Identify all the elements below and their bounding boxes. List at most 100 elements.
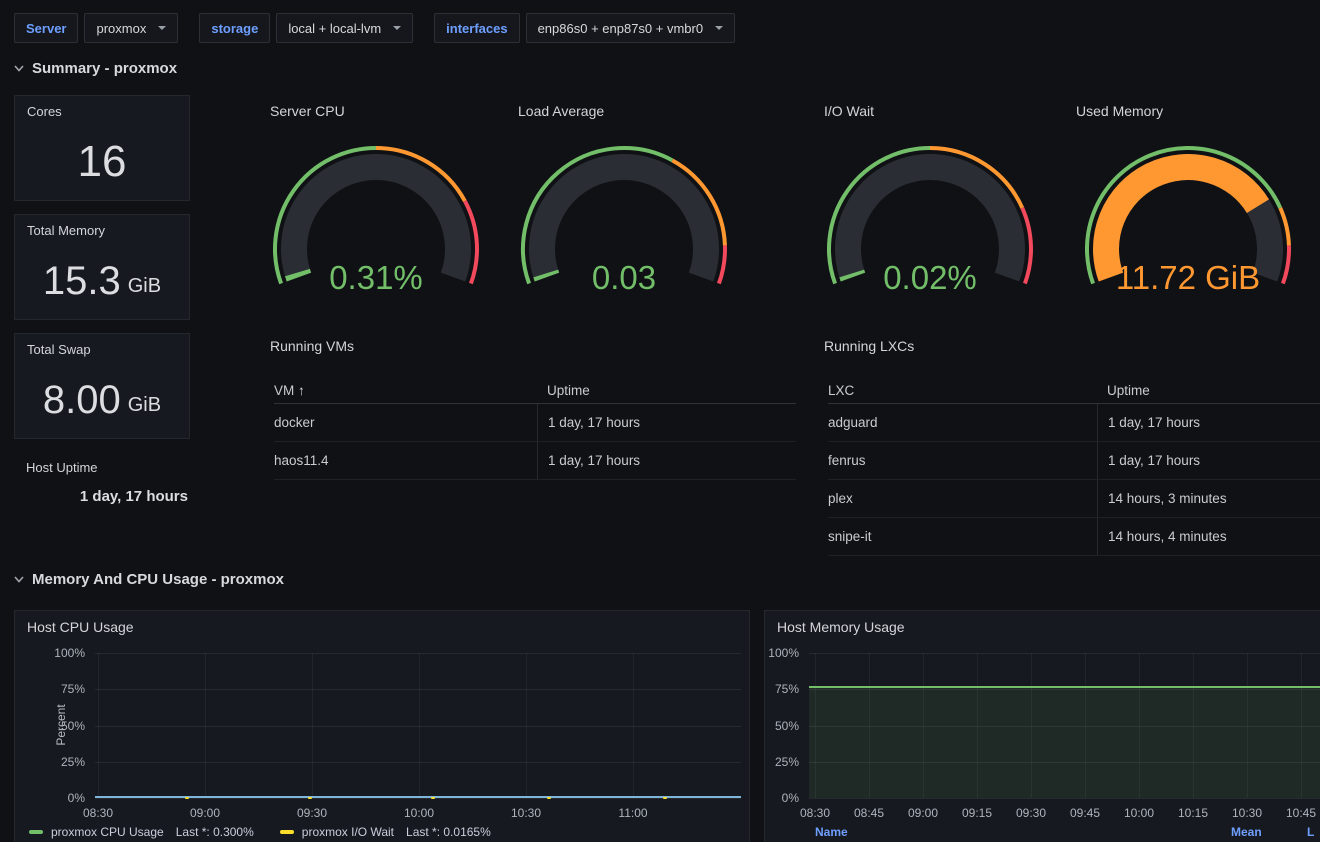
- x-tick-label: 10:30: [1219, 806, 1275, 820]
- name-cell: haos11.4: [274, 453, 537, 468]
- host-uptime-panel: Host Uptime 1 day, 17 hours: [14, 452, 190, 532]
- name-cell: docker: [274, 415, 537, 430]
- y-tick-label: 100%: [765, 646, 799, 660]
- total-swap-value: 8.00: [43, 380, 121, 420]
- legend-column-name[interactable]: Name: [815, 825, 848, 839]
- legend-item[interactable]: proxmox I/O WaitLast *: 0.0165%: [280, 825, 491, 839]
- panel-title[interactable]: Used Memory: [1076, 103, 1163, 119]
- column-header-uptime[interactable]: Uptime: [537, 383, 796, 398]
- chevron-down-icon: [14, 65, 24, 72]
- variable-label-interfaces: interfaces: [434, 13, 519, 43]
- cpu-usage-line: [95, 796, 741, 798]
- column-header-lxc[interactable]: LXC: [828, 383, 1097, 398]
- cores-panel: Cores 16: [14, 95, 190, 201]
- name-cell: fenrus: [828, 453, 1097, 468]
- name-cell: snipe-it: [828, 529, 1097, 544]
- variable-dropdown-server[interactable]: proxmox: [84, 13, 178, 43]
- variable-label-text: interfaces: [446, 21, 507, 36]
- io-wait-dot: [547, 797, 551, 799]
- legend-last-value: Last *: 0.0165%: [406, 825, 491, 839]
- running-vms-table: VM ↑Uptime docker1 day, 17 hours haos11.41…: [274, 377, 796, 480]
- x-tick-label: 10:00: [391, 806, 447, 820]
- stat-value: 15.3 GiB: [15, 249, 189, 313]
- legend-column-last[interactable]: L: [1307, 825, 1314, 839]
- uptime-cell: 1 day, 17 hours: [537, 442, 796, 479]
- legend-series-name: proxmox CPU Usage: [51, 825, 164, 839]
- variable-dropdown-interfaces[interactable]: enp86s0 + enp87s0 + vmbr0: [526, 13, 736, 43]
- stat-value: 8.00 GiB: [15, 368, 189, 432]
- x-tick-label: 10:45: [1273, 806, 1320, 820]
- panel-title[interactable]: Server CPU: [270, 103, 345, 119]
- cpu-chart-plot: 0%25%50%75%100%08:3009:0009:3010:0010:30…: [15, 611, 749, 842]
- svg-text:0.31%: 0.31%: [329, 259, 423, 296]
- y-tick-label: 50%: [765, 719, 799, 733]
- gridline: [95, 762, 741, 763]
- running-vms-panel: Running VMs VM ↑Uptime docker1 day, 17 ho…: [258, 330, 810, 555]
- server-cpu-gauge: 0.31%: [264, 143, 488, 316]
- panel-title[interactable]: Cores: [27, 104, 62, 119]
- panel-title[interactable]: Total Memory: [27, 223, 105, 238]
- x-tick-label: 09:45: [1057, 806, 1113, 820]
- memory-chart-plot: 0%25%50%75%100%08:3008:4509:0009:1509:30…: [765, 611, 1320, 842]
- y-tick-label: 25%: [15, 755, 85, 769]
- legend-swatch-icon: [29, 830, 43, 834]
- sort-ascending-icon: ↑: [294, 383, 305, 398]
- x-tick-label: 09:00: [895, 806, 951, 820]
- panel-title[interactable]: I/O Wait: [824, 103, 874, 119]
- chevron-down-icon: [393, 26, 401, 30]
- legend-column-mean[interactable]: Mean: [1231, 825, 1262, 839]
- total-memory-value: 15.3: [43, 261, 121, 301]
- total-swap-unit: GiB: [128, 394, 161, 420]
- legend-item[interactable]: proxmox CPU UsageLast *: 0.300%: [29, 825, 254, 839]
- cpu-chart-legend: proxmox CPU UsageLast *: 0.300% proxmox I…: [29, 825, 491, 839]
- column-header-uptime[interactable]: Uptime: [1097, 383, 1320, 398]
- running-lxcs-table: LXCUptimeadguard1 day, 17 hoursfenrus1 d…: [828, 377, 1320, 556]
- variable-label-text: storage: [211, 21, 258, 36]
- y-tick-label: 75%: [15, 682, 85, 696]
- gridline: [95, 798, 741, 799]
- row-header-summary[interactable]: Summary - proxmox: [14, 60, 177, 77]
- row-header-title: Summary - proxmox: [32, 60, 177, 77]
- variable-value-text: proxmox: [96, 21, 146, 36]
- x-tick-label: 10:15: [1165, 806, 1221, 820]
- x-tick-label: 08:30: [787, 806, 843, 820]
- load-average-gauge: 0.03: [512, 143, 736, 316]
- column-header-vm[interactable]: VM ↑: [274, 383, 537, 398]
- name-cell: adguard: [828, 415, 1097, 430]
- load-average-gauge-panel: Load Average 0.03: [506, 95, 742, 320]
- io-wait-gauge-panel: I/O Wait 0.02%: [812, 95, 1048, 320]
- row-header-memory-cpu[interactable]: Memory And CPU Usage - proxmox: [14, 571, 284, 588]
- panel-title[interactable]: Load Average: [518, 103, 604, 119]
- row-header-title: Memory And CPU Usage - proxmox: [32, 571, 284, 588]
- table-row: docker1 day, 17 hours: [274, 404, 796, 442]
- x-tick-label: 09:15: [949, 806, 1005, 820]
- variable-dropdown-storage[interactable]: local + local-lvm: [276, 13, 413, 43]
- total-memory-unit: GiB: [128, 275, 161, 301]
- svg-text:0.02%: 0.02%: [883, 259, 977, 296]
- panel-title[interactable]: Running LXCs: [824, 338, 914, 354]
- variable-value-text: enp86s0 + enp87s0 + vmbr0: [538, 21, 704, 36]
- x-tick-label: 09:00: [177, 806, 233, 820]
- gridline: [419, 653, 420, 798]
- io-wait-gauge: 0.02%: [818, 143, 1042, 316]
- gridline: [95, 689, 741, 690]
- x-tick-label: 10:00: [1111, 806, 1167, 820]
- legend-swatch-icon: [280, 830, 294, 834]
- gridline: [98, 653, 99, 798]
- uptime-cell: 14 hours, 3 minutes: [1097, 480, 1320, 517]
- chevron-down-icon: [14, 576, 24, 583]
- panel-title[interactable]: Total Swap: [27, 342, 91, 357]
- panel-title[interactable]: Host Uptime: [26, 460, 98, 475]
- io-wait-dot: [431, 797, 435, 799]
- total-memory-panel: Total Memory 15.3 GiB: [14, 214, 190, 320]
- gridline: [633, 653, 634, 798]
- table-row: adguard1 day, 17 hours: [828, 404, 1320, 442]
- stat-value: 16: [15, 130, 189, 194]
- gridline: [809, 653, 1320, 654]
- io-wait-dot: [308, 797, 312, 799]
- y-tick-label: 0%: [15, 791, 85, 805]
- host-uptime-value: 1 day, 17 hours: [80, 488, 188, 505]
- host-cpu-usage-panel: Host CPU Usage Percent 0%25%50%75%100%08…: [14, 610, 750, 842]
- panel-title[interactable]: Running VMs: [270, 338, 354, 354]
- uptime-cell: 14 hours, 4 minutes: [1097, 518, 1320, 555]
